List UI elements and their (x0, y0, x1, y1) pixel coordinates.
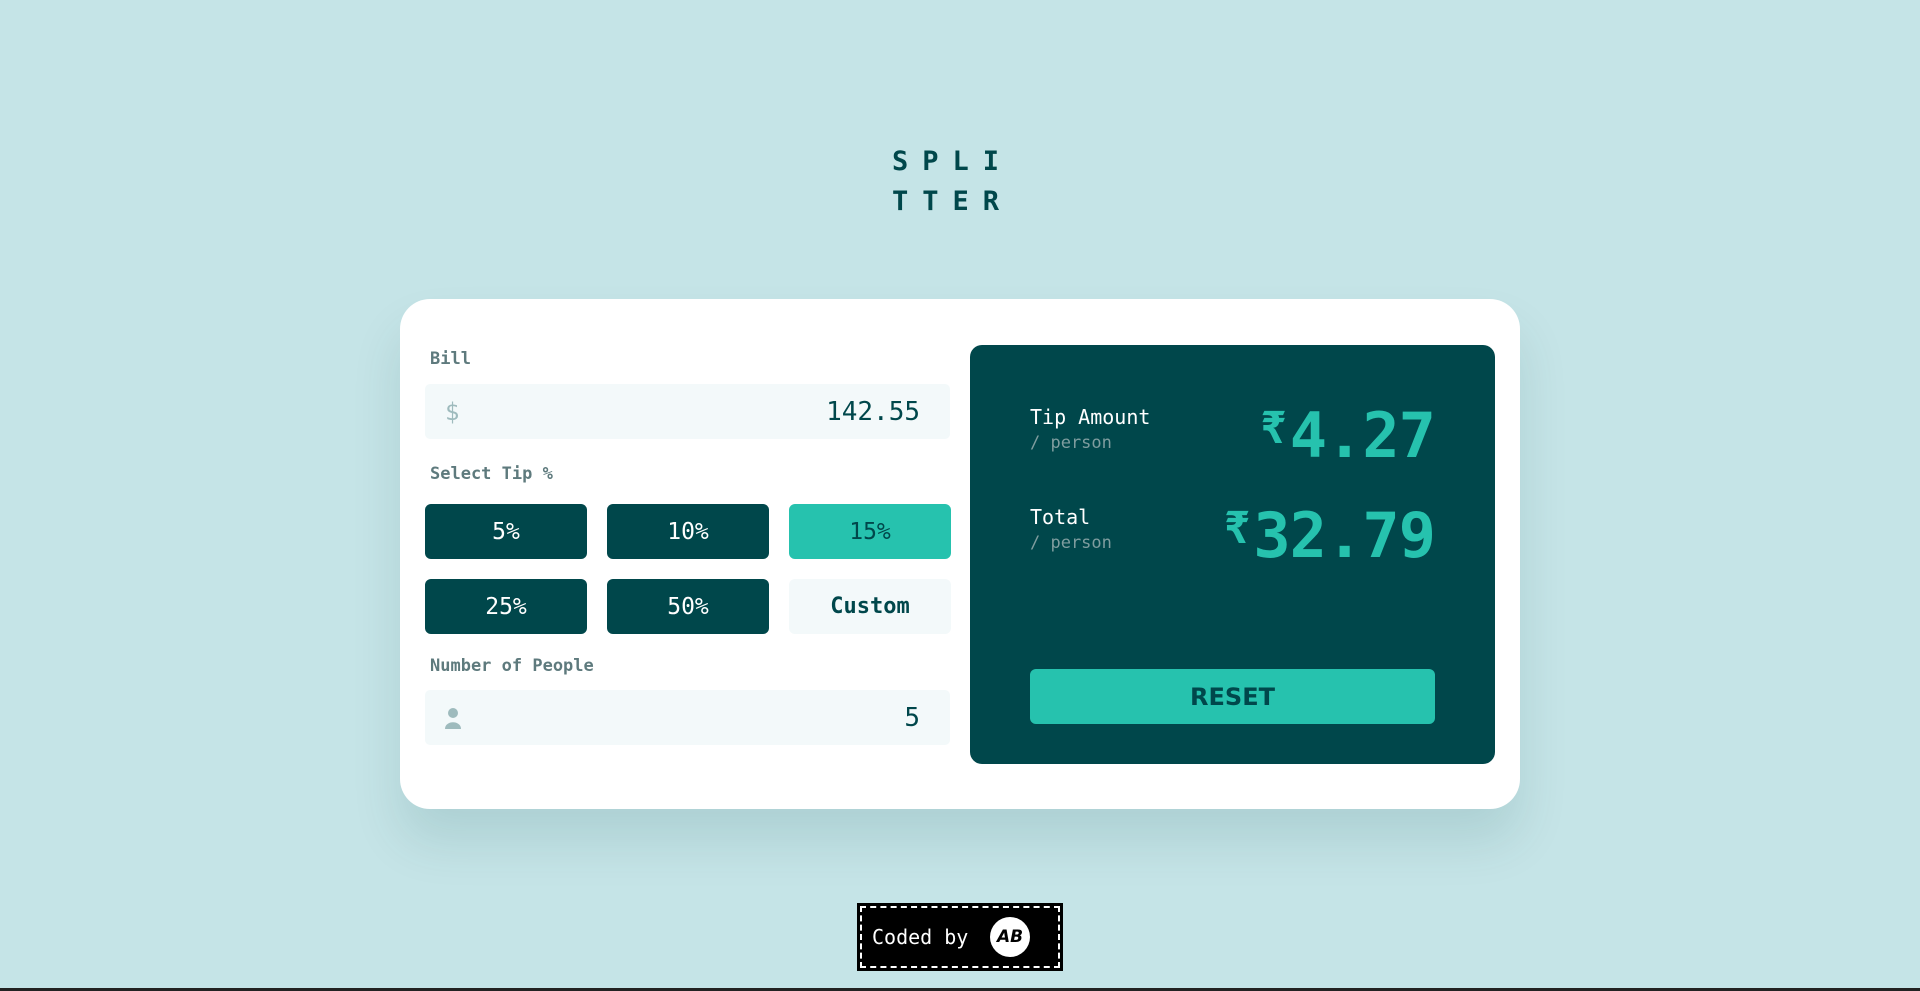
total-row: Total / person ₹32.79 (1030, 499, 1436, 573)
badge-border: Coded by AB (860, 906, 1060, 968)
total-number: 32.79 (1253, 499, 1436, 572)
reset-button[interactable]: RESET (1030, 669, 1435, 724)
app-logo: SPLI TTER (892, 142, 1013, 222)
coded-by-text: Coded by (872, 925, 969, 949)
tip-amount-number: 4.27 (1289, 399, 1436, 472)
tip-amount-label: Tip Amount (1030, 405, 1151, 429)
total-per-label: / person (1030, 533, 1112, 553)
bill-label: Bill (430, 349, 471, 369)
coded-by-badge[interactable]: Coded by AB (857, 903, 1063, 971)
tip-button-50[interactable]: 50% (607, 579, 769, 634)
tip-button-15[interactable]: 15% (789, 504, 951, 559)
bill-input[interactable]: $ 142.55 (425, 384, 950, 439)
author-logo: AB (990, 917, 1030, 957)
bill-value[interactable]: 142.55 (826, 397, 920, 427)
person-icon (445, 707, 461, 729)
tip-label: Select Tip % (430, 464, 553, 484)
tip-button-10[interactable]: 10% (607, 504, 769, 559)
tip-amount-value: ₹4.27 (1260, 399, 1436, 472)
logo-line-2: TTER (892, 186, 1014, 217)
rupee-symbol: ₹ (1260, 403, 1286, 454)
tip-button-25[interactable]: 25% (425, 579, 587, 634)
people-input[interactable]: 5 (425, 690, 950, 745)
tip-options: 5% 10% 15% 25% 50% Custom (425, 504, 951, 634)
dollar-icon: $ (445, 397, 460, 426)
results-panel: Tip Amount / person ₹4.27 Total / person… (970, 345, 1495, 764)
tip-amount-row: Tip Amount / person ₹4.27 (1030, 399, 1436, 473)
total-value: ₹32.79 (1223, 499, 1436, 572)
people-value[interactable]: 5 (904, 703, 920, 733)
custom-tip-input[interactable]: Custom (789, 579, 951, 634)
logo-line-1: SPLI (892, 146, 1014, 177)
tip-button-5[interactable]: 5% (425, 504, 587, 559)
people-label: Number of People (430, 656, 594, 676)
tip-amount-per-label: / person (1030, 433, 1112, 453)
calculator-card: Bill $ 142.55 Select Tip % 5% 10% 15% 25… (400, 299, 1520, 809)
total-label: Total (1030, 505, 1091, 529)
rupee-symbol: ₹ (1223, 503, 1250, 554)
